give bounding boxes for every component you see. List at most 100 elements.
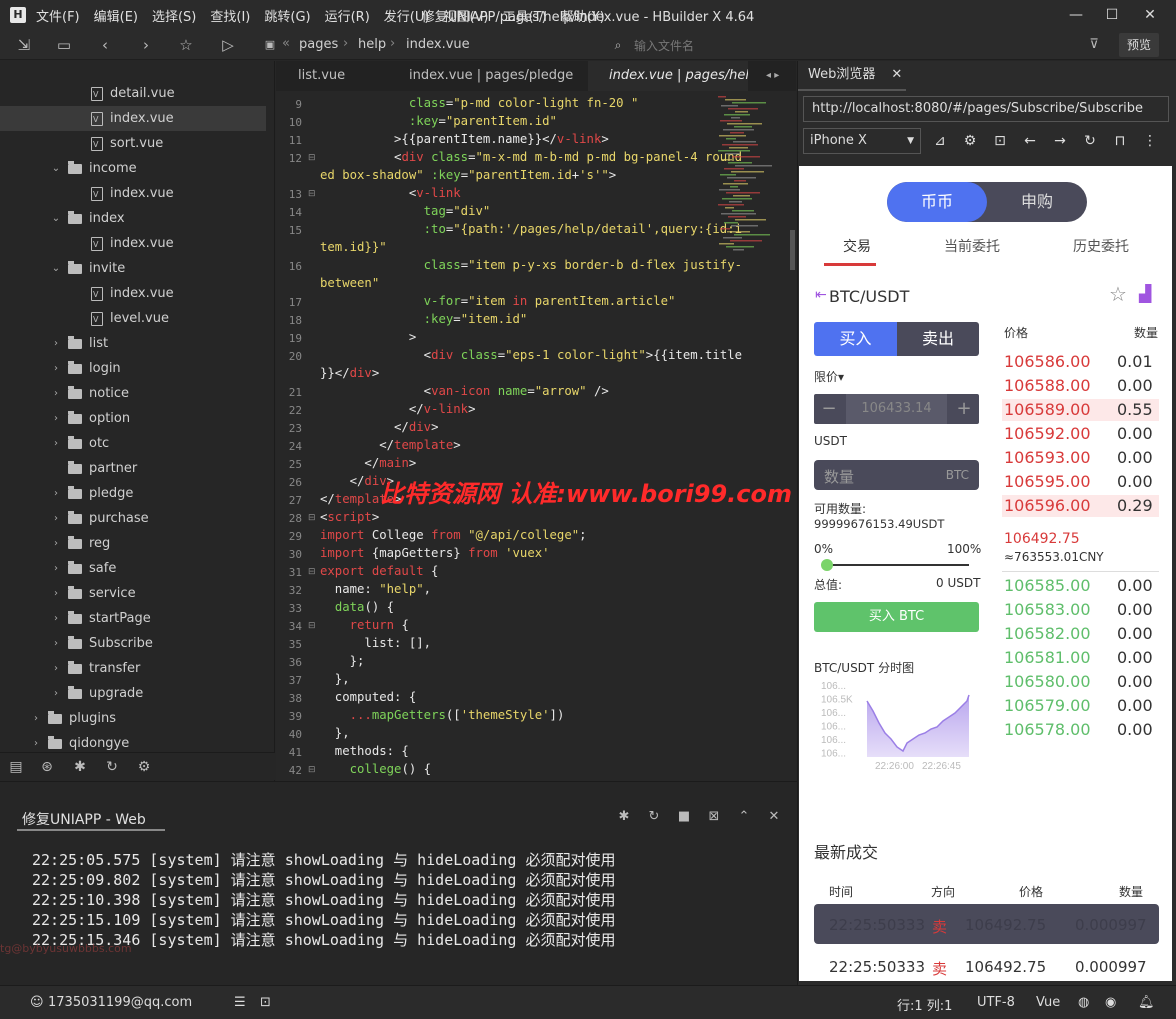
- ask-price[interactable]: 106595.00: [1004, 472, 1091, 491]
- tree-item[interactable]: index.vue: [0, 231, 266, 257]
- file-search-input[interactable]: 输入文件名: [634, 37, 694, 54]
- clear-console-icon[interactable]: ⊠: [705, 809, 723, 827]
- fold-icon[interactable]: ⊟: [308, 153, 316, 163]
- tree-item[interactable]: › upgrade: [0, 681, 266, 706]
- quantity-input[interactable]: 数量 BTC: [814, 460, 979, 490]
- stop-icon[interactable]: ■: [675, 809, 693, 827]
- tree-item[interactable]: ⌄ income: [0, 156, 266, 181]
- debug-icon[interactable]: ✱: [70, 757, 90, 777]
- tree-item[interactable]: › option: [0, 406, 266, 431]
- tab-trade[interactable]: 交易: [843, 236, 871, 256]
- forward-icon[interactable]: ›: [136, 35, 156, 55]
- bid-price[interactable]: 106578.00: [1004, 720, 1091, 739]
- chevron-right-icon[interactable]: ›: [50, 431, 62, 456]
- web-browser-tab[interactable]: Web浏览器 ✕: [808, 61, 902, 89]
- buy-tab[interactable]: 买入: [814, 322, 897, 356]
- editor-scrollbar[interactable]: [790, 230, 795, 270]
- buy-btc-button[interactable]: 买入 BTC: [814, 602, 979, 632]
- chevron-right-icon[interactable]: ›: [50, 381, 62, 406]
- tree-item[interactable]: ⌄ index: [0, 206, 266, 231]
- chevron-right-icon[interactable]: ›: [50, 356, 62, 381]
- chevron-up-icon[interactable]: ⌃: [735, 809, 753, 827]
- chevron-right-icon[interactable]: ›: [50, 531, 62, 556]
- chevron-right-icon[interactable]: ›: [50, 631, 62, 656]
- chevron-right-icon[interactable]: ›: [50, 481, 62, 506]
- fold-icon[interactable]: ⊟: [308, 513, 316, 523]
- menu-item[interactable]: 工具(T): [503, 6, 547, 25]
- account-icon[interactable]: ☺: [30, 995, 44, 1010]
- fold-icon[interactable]: ⊟: [308, 765, 316, 775]
- device-select[interactable]: iPhone X ▼: [803, 128, 921, 154]
- minimize-button[interactable]: —: [1056, 0, 1096, 30]
- tree-item[interactable]: index.vue: [0, 181, 266, 207]
- breadcrumb-item[interactable]: index.vue: [406, 37, 470, 52]
- tree-item[interactable]: › purchase: [0, 506, 266, 531]
- tree-item[interactable]: › plugins: [0, 706, 266, 731]
- bid-price[interactable]: 106580.00: [1004, 672, 1091, 691]
- tree-item[interactable]: level.vue: [0, 306, 266, 332]
- close-panel-icon[interactable]: ✕: [765, 809, 783, 827]
- source-control-icon[interactable]: ↻: [102, 757, 122, 777]
- binoculars-icon[interactable]: ⊛: [37, 757, 57, 777]
- order-type-select[interactable]: 限价▾: [814, 368, 844, 385]
- console-icon[interactable]: ⊡: [991, 133, 1009, 151]
- tab-list-vue[interactable]: list.vue: [276, 61, 388, 91]
- replay-icon[interactable]: ↻: [645, 809, 663, 827]
- fold-icon[interactable]: ⊟: [308, 189, 316, 199]
- tree-item[interactable]: partner: [0, 456, 266, 481]
- maximize-button[interactable]: ☐: [1092, 0, 1132, 30]
- url-bar[interactable]: http://localhost:8080/#/pages/Subscribe/…: [803, 96, 1169, 122]
- menu-item[interactable]: 视图(V): [443, 6, 488, 25]
- star-icon[interactable]: ☆: [176, 35, 196, 55]
- preview-button[interactable]: 预览: [1119, 33, 1159, 57]
- plugin-icon[interactable]: ⚙: [134, 757, 154, 777]
- file-explorer-icon[interactable]: ▤: [6, 757, 26, 777]
- sell-tab[interactable]: 卖出: [897, 322, 979, 356]
- chevron-right-icon[interactable]: ›: [50, 556, 62, 581]
- menu-item[interactable]: 文件(F): [36, 6, 80, 25]
- slider-handle[interactable]: [821, 559, 833, 571]
- ask-price[interactable]: 106589.00: [1004, 400, 1091, 419]
- bid-price[interactable]: 106583.00: [1004, 600, 1091, 619]
- tree-item[interactable]: › safe: [0, 556, 266, 581]
- tab-help-index[interactable]: index.vue | pages/help: [588, 61, 748, 91]
- chevron-right-icon[interactable]: ›: [50, 606, 62, 631]
- tab-open-orders[interactable]: 当前委托: [944, 236, 1000, 256]
- bid-price[interactable]: 106581.00: [1004, 648, 1091, 667]
- menu-item[interactable]: 跳转(G): [264, 6, 310, 25]
- pair-title[interactable]: BTC/USDT: [829, 287, 909, 306]
- tree-item[interactable]: index.vue: [0, 106, 266, 132]
- tree-item[interactable]: ⌄ invite: [0, 256, 266, 281]
- tree-item[interactable]: › Subscribe: [0, 631, 266, 656]
- run-icon[interactable]: ▷: [218, 35, 238, 55]
- bid-price[interactable]: 106579.00: [1004, 696, 1091, 715]
- minimap[interactable]: [716, 94, 778, 254]
- breadcrumb-item[interactable]: pages: [299, 37, 338, 52]
- chevron-down-icon[interactable]: ⌄: [50, 256, 62, 281]
- tab-scroll-icon[interactable]: ◂ ▸: [766, 61, 779, 91]
- segment-spot[interactable]: 币币: [887, 182, 987, 222]
- bell-icon[interactable]: 🔔︎: [1138, 995, 1155, 1010]
- tree-item[interactable]: › pledge: [0, 481, 266, 506]
- segment-subscribe[interactable]: 申购: [987, 182, 1087, 222]
- back-icon[interactable]: ‹: [95, 35, 115, 55]
- tree-item[interactable]: sort.vue: [0, 131, 266, 157]
- bug-icon[interactable]: ✱: [615, 809, 633, 827]
- ask-price[interactable]: 106593.00: [1004, 448, 1091, 467]
- account-label[interactable]: 1735031199@qq.com: [48, 995, 192, 1010]
- console-title[interactable]: 修复UNIAPP - Web: [22, 809, 146, 829]
- new-file-icon[interactable]: ⇲: [14, 35, 34, 55]
- chevron-right-icon[interactable]: ›: [50, 681, 62, 706]
- tree-item[interactable]: › list: [0, 331, 266, 356]
- more-icon[interactable]: ⋮: [1141, 133, 1159, 151]
- ask-price[interactable]: 106586.00: [1004, 352, 1091, 371]
- chevron-right-icon[interactable]: ›: [50, 581, 62, 606]
- encoding[interactable]: UTF-8: [977, 995, 1015, 1010]
- menu-item[interactable]: 帮助(Y): [561, 6, 605, 25]
- chat-icon[interactable]: ◍: [1078, 995, 1089, 1010]
- notification-icon[interactable]: ◉: [1105, 995, 1116, 1010]
- lock-icon[interactable]: ⊓: [1111, 133, 1129, 151]
- tree-item[interactable]: › login: [0, 356, 266, 381]
- price-plus-button[interactable]: +: [949, 394, 979, 424]
- tree-item[interactable]: › service: [0, 581, 266, 606]
